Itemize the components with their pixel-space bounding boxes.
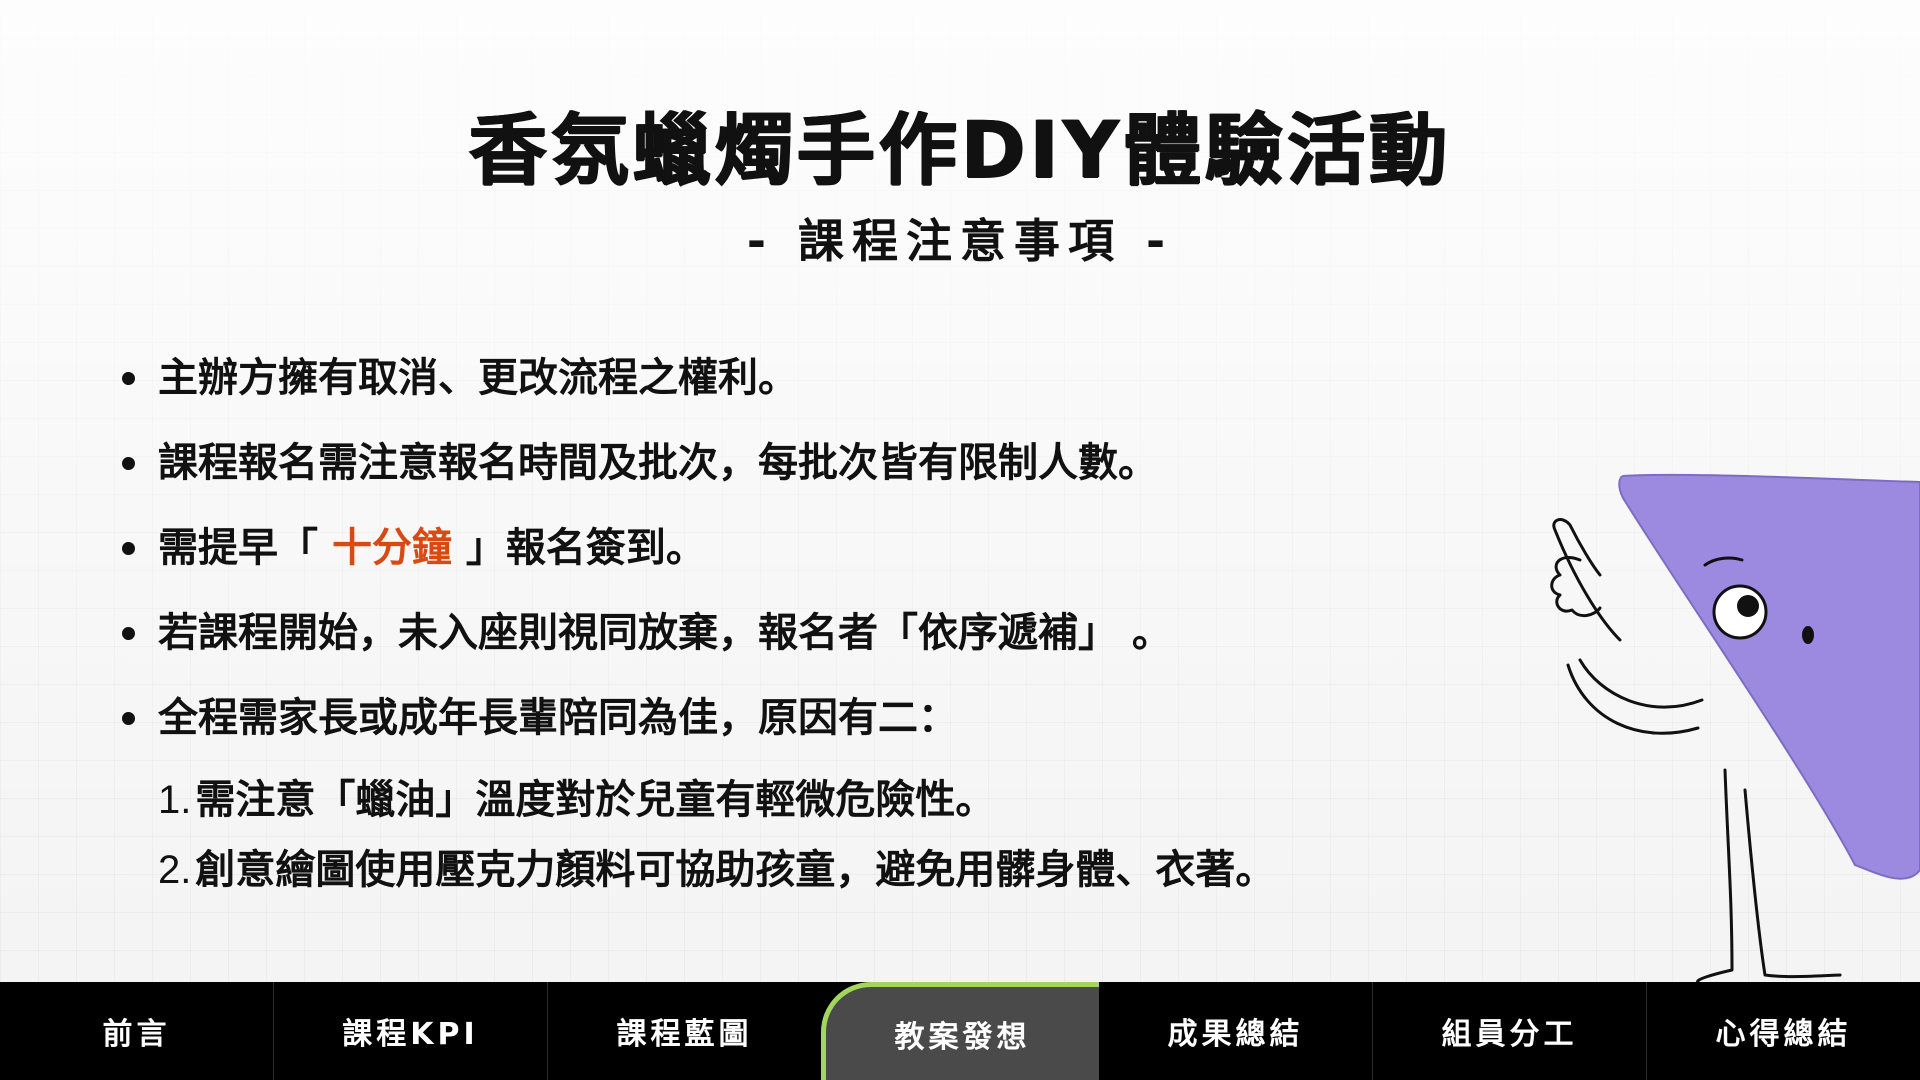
tab-course-kpi[interactable]: 課程KPI: [274, 982, 548, 1080]
tab-lesson-ideas[interactable]: 教案發想: [821, 982, 1099, 1080]
bullet-dot-icon: [122, 627, 135, 640]
list-item: 全程需家長或成年長輩陪同為佳，原因有二：: [118, 688, 1172, 773]
list-item-text-post: 」報名簽到。: [451, 525, 706, 571]
list-item: 若課程開始，未入座則視同放棄，報名者「依序遞補」 。: [118, 603, 1172, 688]
page-subtitle: - 課程注意事項 -: [746, 214, 1174, 268]
reason-list: 1. 需注意「蠟油」溫度對於兒童有輕微危險性。 2. 創意繪圖使用壓克力顏料可協助孩…: [158, 770, 1275, 910]
reason-item: 1. 需注意「蠟油」溫度對於兒童有輕微危險性。: [158, 770, 1275, 840]
notice-list: 主辦方擁有取消、更改流程之權利。 課程報名需注意報名時間及批次，每批次皆有限制人…: [118, 348, 1172, 773]
list-item-text: 主辦方擁有取消、更改流程之權利。: [158, 355, 798, 401]
reason-item: 2. 創意繪圖使用壓克力顏料可協助孩童，避免用髒身體、衣著。: [158, 840, 1275, 910]
reason-number: 2.: [158, 848, 192, 892]
tab-intro[interactable]: 前言: [0, 982, 274, 1080]
tab-results-summary[interactable]: 成果總結: [1099, 982, 1373, 1080]
list-item-text: 課程報名需注意報名時間及批次，每批次皆有限制人數。: [158, 440, 1158, 486]
bullet-dot-icon: [122, 372, 135, 385]
page-title: 香氛蠟燭手作DIY體驗活動: [468, 106, 1452, 196]
bullet-dot-icon: [122, 712, 135, 725]
list-item-text: 若課程開始，未入座則視同放棄，報名者「依序遞補」 。: [158, 610, 1172, 656]
bottom-nav: 前言 課程KPI 課程藍圖 教案發想 成果總結 組員分工 心得總結: [0, 982, 1920, 1080]
reason-text: 創意繪圖使用壓克力顏料可協助孩童，避免用髒身體、衣著。: [195, 847, 1276, 893]
triangle-character-illustration: [1550, 473, 1920, 984]
list-item: 主辦方擁有取消、更改流程之權利。: [118, 348, 1172, 433]
highlight-text: 十分鐘: [331, 525, 452, 571]
tab-team-roles[interactable]: 組員分工: [1373, 982, 1647, 1080]
tab-reflections[interactable]: 心得總結: [1647, 982, 1920, 1080]
bullet-dot-icon: [122, 457, 135, 470]
list-item: 課程報名需注意報名時間及批次，每批次皆有限制人數。: [118, 433, 1172, 518]
list-item-text: 全程需家長或成年長輩陪同為佳，原因有二：: [158, 695, 958, 741]
list-item: 需提早「 十分鐘 」報名簽到。: [118, 518, 1172, 603]
reason-number: 1.: [158, 778, 192, 822]
reason-text: 需注意「蠟油」溫度對於兒童有輕微危險性。: [195, 777, 996, 823]
tab-course-blueprint[interactable]: 課程藍圖: [548, 982, 821, 1080]
list-item-text-pre: 需提早「: [158, 525, 332, 571]
bullet-dot-icon: [122, 542, 135, 555]
